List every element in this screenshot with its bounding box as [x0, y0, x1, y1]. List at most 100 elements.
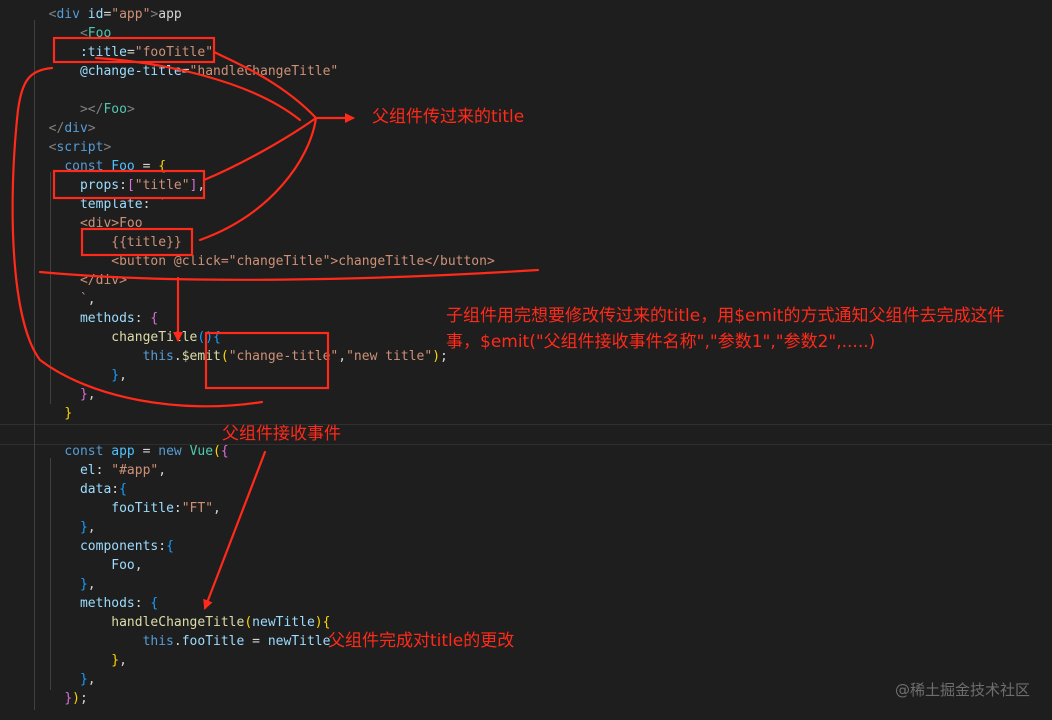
- code-token: {: [150, 596, 159, 611]
- code-line[interactable]: },: [33, 670, 96, 689]
- code-line[interactable]: fooTitle:"FT",: [33, 499, 221, 518]
- code-token: </div>: [79, 273, 127, 288]
- code-token: new: [158, 444, 182, 459]
- code-token: ></: [79, 102, 104, 117]
- code-token: ,: [87, 387, 96, 402]
- code-line[interactable]: <button @click="changeTitle">changeTitle…: [33, 252, 495, 271]
- code-token: ): [314, 615, 323, 630]
- code-token: </: [48, 121, 65, 136]
- code-token: this: [142, 634, 174, 649]
- code-line[interactable]: <div>Foo: [33, 214, 143, 233]
- code-token: "#app": [111, 463, 159, 478]
- code-line[interactable]: <Foo: [33, 24, 111, 43]
- code-token: const: [64, 159, 104, 174]
- code-line[interactable]: <script>: [33, 138, 112, 157]
- code-line[interactable]: this.$emit("change-title","new title");: [33, 347, 448, 366]
- code-line[interactable]: </div>: [33, 271, 127, 290]
- code-token: changeTitle: [111, 330, 198, 345]
- watermark: @稀土掘金技术社区: [894, 681, 1030, 699]
- code-line[interactable]: data:{: [33, 480, 127, 499]
- code-line[interactable]: this.fooTitle = newTitle: [33, 632, 331, 651]
- code-line[interactable]: `,: [33, 290, 96, 309]
- code-line[interactable]: ></Foo>: [33, 100, 135, 119]
- code-token: "new title": [346, 349, 433, 364]
- code-token: :title: [79, 45, 127, 60]
- code-token: "FT": [181, 501, 214, 516]
- code-token: {: [166, 539, 174, 554]
- code-line[interactable]: </div>: [33, 119, 96, 138]
- code-line[interactable]: },: [33, 518, 96, 537]
- code-token: ,: [158, 463, 167, 478]
- code-line[interactable]: Foo,: [33, 556, 142, 575]
- code-token: components: [79, 539, 159, 554]
- code-token: template: [79, 197, 143, 212]
- code-token: data: [79, 482, 112, 497]
- code-token: }: [111, 368, 120, 383]
- code-line[interactable]: handleChangeTitle(newTitle){: [33, 613, 330, 632]
- code-token: :: [111, 482, 120, 497]
- code-line[interactable]: const app = new Vue({: [33, 442, 228, 461]
- code-token: app: [111, 444, 135, 459]
- code-line[interactable]: });: [33, 689, 87, 708]
- annotation-child-emit: 子组件用完想要修改传过来的title，用$emit的方式通知父组件去完成这件事，…: [446, 306, 1005, 352]
- code-line[interactable]: {{title}}: [33, 233, 181, 252]
- code-line[interactable]: :title="fooTitle": [33, 43, 213, 62]
- code-line[interactable]: },: [33, 651, 127, 670]
- code-line[interactable]: @change-title="handleChangeTitle": [33, 62, 338, 81]
- code-token: <div>Foo: [79, 216, 143, 231]
- code-token: }: [79, 387, 88, 402]
- code-token: `: [158, 197, 167, 212]
- code-line[interactable]: },: [33, 366, 127, 385]
- code-line[interactable]: components:{: [33, 537, 174, 556]
- code-token: {: [158, 159, 167, 174]
- code-line[interactable]: methods: {: [33, 594, 158, 613]
- code-token: :: [134, 596, 151, 611]
- annotation-parent-update: 父组件完成对title的更改: [328, 631, 515, 651]
- code-token: handleChangeTitle: [111, 615, 245, 630]
- code-editor[interactable]: <div id="app">app <Foo :title="fooTitle"…: [0, 0, 1052, 720]
- code-token: "handleChangeTitle": [189, 64, 339, 79]
- code-line[interactable]: changeTitle(){: [33, 328, 221, 347]
- code-token: ,: [87, 577, 96, 592]
- code-token: {: [150, 311, 159, 326]
- code-line[interactable]: },: [33, 575, 96, 594]
- code-line[interactable]: el: "#app",: [33, 461, 166, 480]
- code-token: :: [158, 539, 167, 554]
- code-token: .: [173, 349, 182, 364]
- code-token: Foo: [103, 102, 127, 117]
- code-line[interactable]: props:["title"],: [33, 176, 205, 195]
- code-line[interactable]: },: [33, 385, 96, 404]
- code-token: =: [134, 159, 159, 174]
- code-token: :: [173, 501, 182, 516]
- code-line[interactable]: <div id="app">app: [33, 5, 182, 24]
- code-token: :: [95, 463, 112, 478]
- code-token: =: [244, 634, 268, 649]
- annotation-parent-title: 父组件传过来的title: [372, 107, 525, 127]
- code-token: =: [134, 444, 159, 459]
- code-token: ): [432, 349, 441, 364]
- code-token: {: [213, 330, 221, 345]
- code-line[interactable]: template: `: [33, 195, 166, 214]
- code-token: props: [79, 178, 120, 193]
- code-line[interactable]: methods: {: [33, 309, 158, 328]
- code-token: ,: [119, 368, 127, 383]
- code-token: ): [72, 691, 80, 706]
- code-token: const: [64, 444, 104, 459]
- code-line[interactable]: }: [33, 404, 72, 423]
- code-line[interactable]: const Foo = {: [33, 157, 166, 176]
- code-token: div: [64, 121, 88, 136]
